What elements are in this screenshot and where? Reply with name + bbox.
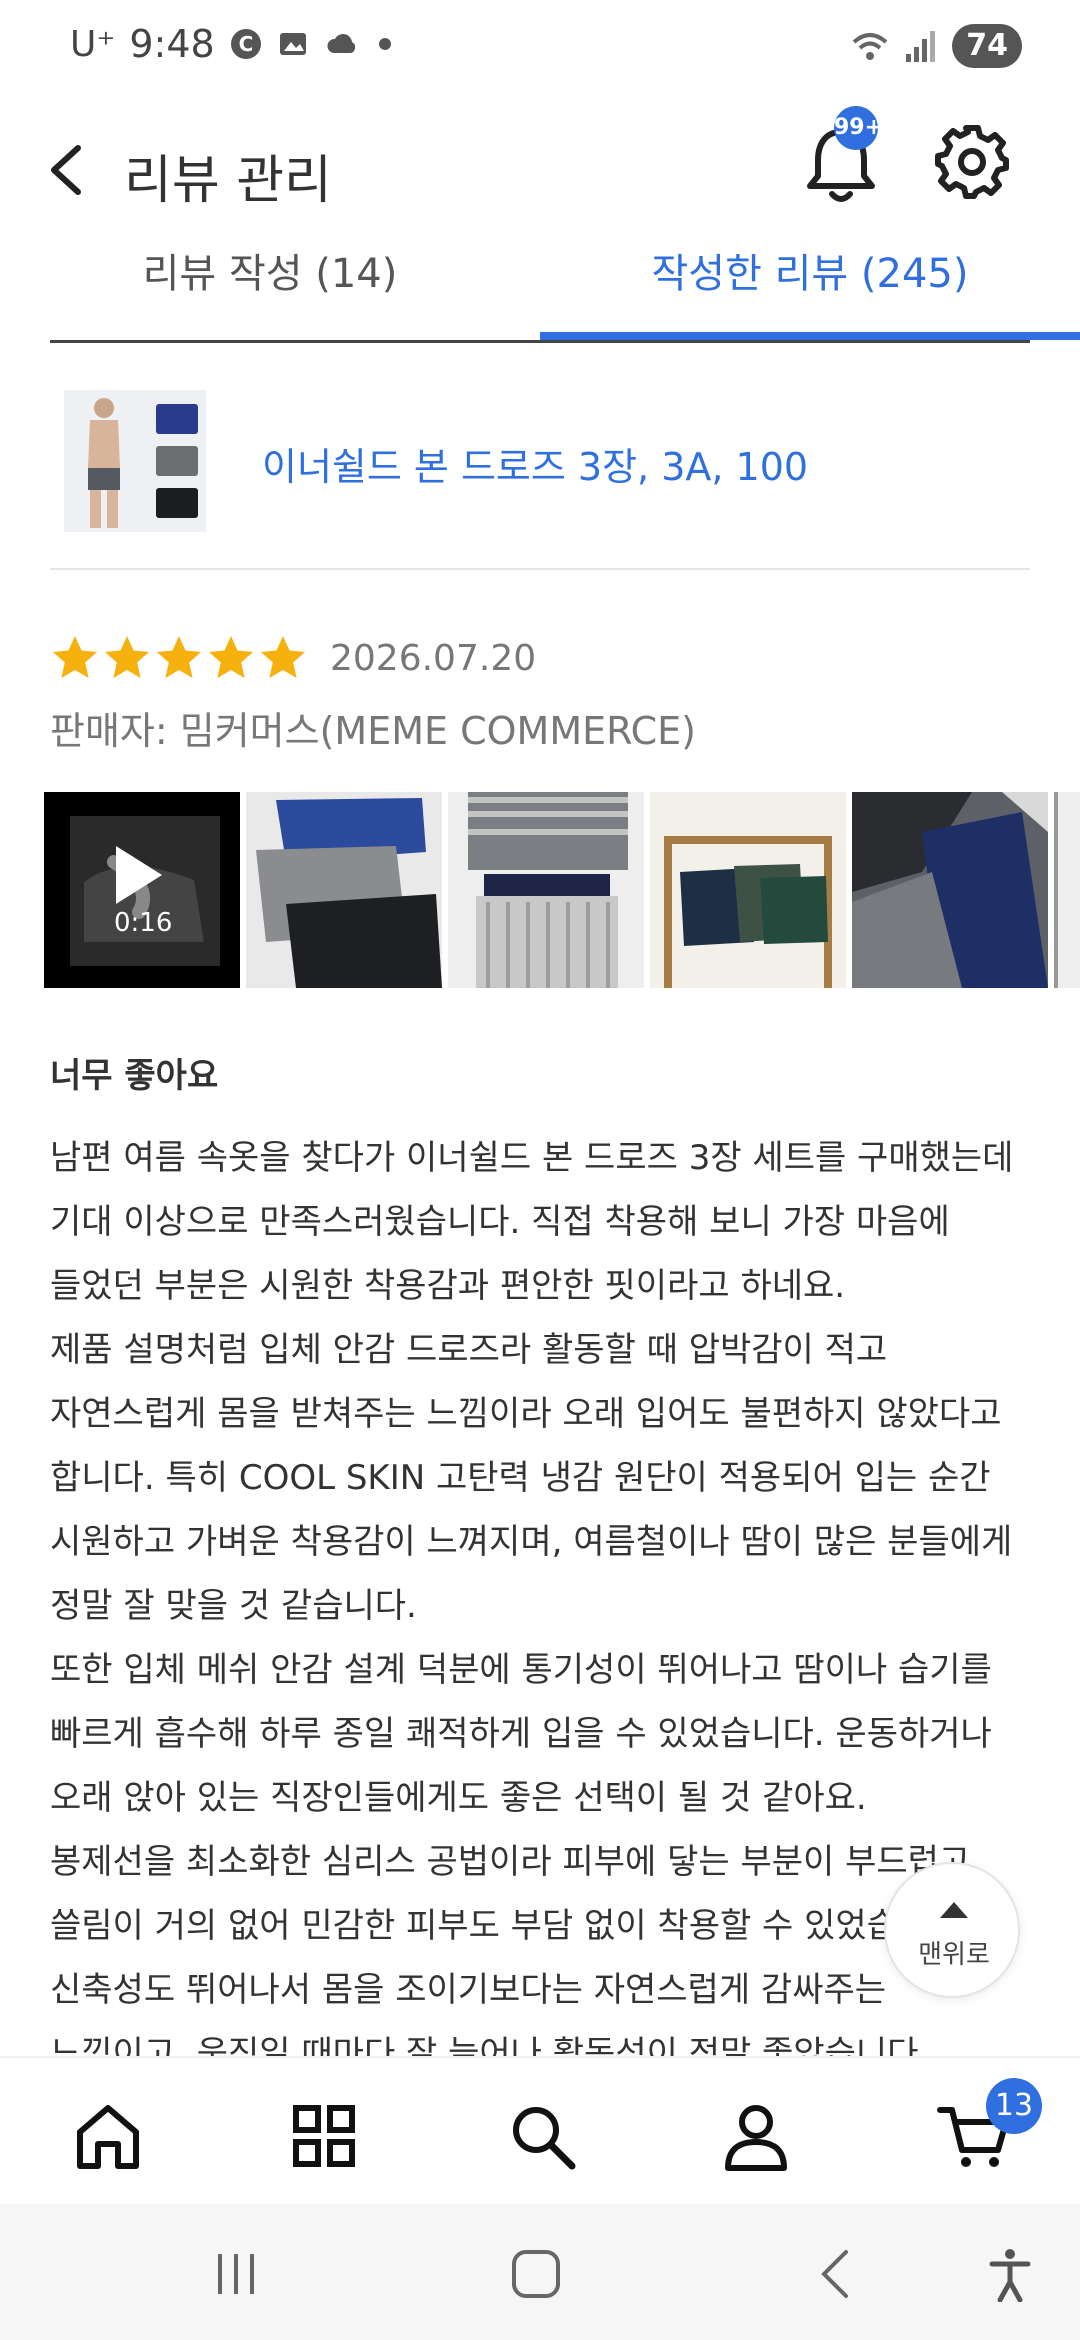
star-icon [53,636,97,678]
product-thumbnail[interactable] [64,390,206,532]
review-photo-image [448,792,644,988]
product-name[interactable]: 이너쉴드 본 드로즈 3장, 3A, 100 [262,436,808,491]
review-photo-image [246,792,442,988]
tab-active-indicator [540,332,1080,340]
review-photo-image [650,792,846,988]
tab-divider [50,340,1030,343]
cloud-icon [327,34,355,53]
product-image [64,390,206,532]
review-photo-1[interactable] [246,792,442,988]
review-tabs: 리뷰 작성 (14) 작성한 리뷰 (245) [0,232,1080,343]
app-header: 리뷰 관리 99+ [0,96,1080,246]
seller-name: 판매자: 밈커머스(MEME COMMERCE) [50,709,697,753]
gallery-icon [279,33,306,55]
review-photo-3[interactable] [650,792,846,988]
review-photo-image [1054,792,1080,988]
review-date: 2026.07.20 [330,637,537,679]
star-icon [209,636,253,678]
carrier-label: U⁺ [70,23,116,65]
search-icon[interactable] [504,2098,580,2174]
status-time: 9:48 [129,22,215,66]
star-icon [157,636,201,678]
review-photo-5[interactable] [1054,792,1080,988]
status-bar: U⁺ 9:48 C 74 [0,0,1080,96]
cart-count-badge: 13 [986,2078,1042,2134]
video-duration: 0:16 [114,908,173,938]
play-icon[interactable] [110,842,166,908]
star-icon [105,636,149,678]
review-video-thumbnail[interactable]: 0:16 [44,792,240,988]
star-rating [50,633,308,683]
tab-write-review[interactable]: 리뷰 작성 (14) [50,232,490,338]
back-button-icon[interactable] [808,2246,868,2302]
product-row[interactable]: 이너쉴드 본 드로즈 3장, 3A, 100 [50,380,1030,570]
signal-icon [906,31,936,62]
review-photo-4[interactable] [852,792,1048,988]
rating-row: 2026.07.20 [50,630,536,686]
review-photo-image [852,792,1048,988]
arrow-up-icon [940,1902,968,1918]
battery-indicator: 74 [952,24,1022,68]
home-icon[interactable] [70,2098,146,2174]
home-button-icon[interactable] [506,2246,566,2302]
system-navigation-bar [0,2204,1080,2340]
scroll-to-top-label: 맨위로 [918,1940,990,1970]
page-title: 리뷰 관리 [124,151,332,211]
wifi-icon [852,33,888,60]
profile-icon[interactable] [718,2098,794,2174]
star-icon [261,636,305,678]
bottom-navigation: 13 [0,2056,1080,2204]
category-grid-icon[interactable] [286,2098,362,2174]
notification-badge: 99+ [834,106,883,150]
gear-icon[interactable] [930,120,1014,204]
c-app-icon: C [230,29,261,59]
accessibility-icon[interactable] [980,2246,1040,2302]
tab-written-reviews[interactable]: 작성한 리뷰 (245) [540,232,1080,338]
back-icon[interactable] [40,130,100,210]
svg-text:C: C [238,32,253,56]
notification-dot [378,38,391,50]
review-title: 너무 좋아요 [50,1056,219,1096]
scroll-to-top-button[interactable]: 맨위로 [884,1862,1020,1998]
review-media-strip: 0:16 [44,792,1080,990]
review-photo-2[interactable] [448,792,644,988]
recent-apps-icon[interactable] [206,2246,266,2302]
